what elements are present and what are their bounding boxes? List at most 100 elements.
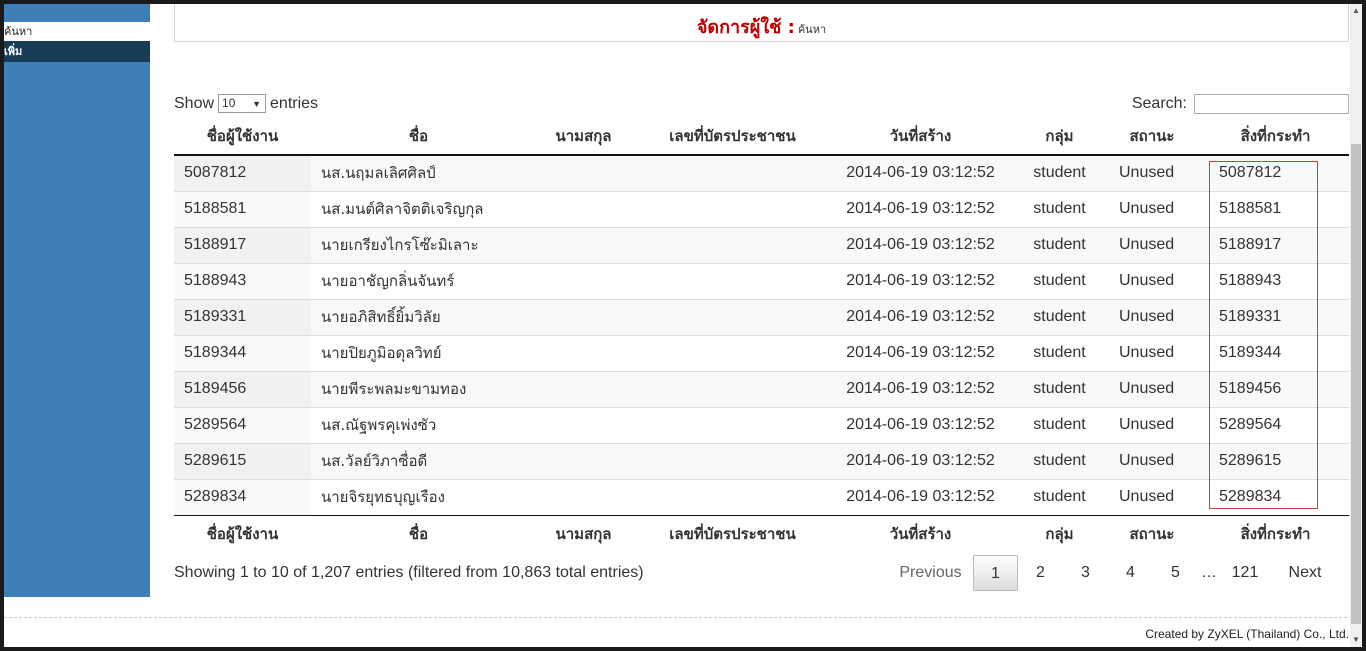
footer-col-group[interactable]: กลุ่ม (1017, 514, 1102, 553)
page-length-control: Show 10 ▼ entries (174, 94, 318, 113)
entries-select-value: 10 (222, 96, 236, 110)
cell-name: นส.นฤมลเลิศศิลป์ (311, 155, 526, 191)
cell-action[interactable]: 5189344 (1202, 334, 1349, 371)
table-row[interactable]: 5188917 นายเกรียงไกรโซ๊ะมิเลาะ 2014-06-19 … (174, 226, 1349, 263)
header-col-group[interactable]: กลุ่ม (1017, 118, 1102, 156)
cell-group: student (1017, 262, 1102, 299)
cell-idcard (641, 190, 824, 227)
cell-created: 2014-06-19 03:12:52 (824, 334, 1017, 371)
scroll-up-icon[interactable]: ▲ (1350, 4, 1362, 18)
cell-username: 5188581 (174, 190, 311, 227)
search-label: Search: (1131, 95, 1187, 112)
table-row[interactable]: 5188581 นส.มนต์ศิลาจิตติเจริญกุล 2014-06-1… (174, 190, 1349, 227)
table-row[interactable]: 5289615 นส.วัลย์วิภาซื่อดี 2014-06-19 03:1… (174, 442, 1349, 479)
cell-idcard (641, 226, 824, 263)
cell-group: student (1017, 226, 1102, 263)
footer-col-lastname[interactable]: นามสกุล (526, 514, 641, 553)
pagination-page-2[interactable]: 2 (1018, 555, 1063, 591)
cell-action[interactable]: 5289615 (1202, 442, 1349, 479)
table-row[interactable]: 5189344 นายปิยภูมิอดุลวิทย์ 2014-06-19 03:… (174, 334, 1349, 371)
cell-group: student (1017, 155, 1102, 191)
search-input[interactable] (1194, 94, 1349, 114)
header-col-created[interactable]: วันที่สร้าง (824, 118, 1017, 156)
scroll-down-icon[interactable]: ▼ (1350, 633, 1362, 647)
cell-name: นส.วัลย์วิภาซื่อดี (311, 442, 526, 479)
footer-col-status[interactable]: สถานะ (1102, 514, 1202, 553)
sidebar-item-search[interactable]: ค้นหา (4, 22, 150, 41)
table-row[interactable]: 5189331 นายอภิสิทธิ์ยิ้มวิลัย 2014-06-19 0… (174, 298, 1349, 335)
footer-credit: Created by ZyXEL (Thailand) Co., Ltd. (1145, 627, 1349, 641)
cell-username: 5188917 (174, 226, 311, 263)
cell-username: 5188943 (174, 262, 311, 299)
page-header: จัดการผู้ใช้ : ค้นหา (174, 4, 1349, 42)
footer-col-username[interactable]: ชื่อผู้ใช้งาน (174, 514, 311, 553)
cell-name: นส.ณัฐพรคุเพ่งซัว (311, 406, 526, 443)
cell-created: 2014-06-19 03:12:52 (824, 478, 1017, 515)
table-row[interactable]: 5188943 นายอาชัญกลิ่นจันทร์ 2014-06-19 03:… (174, 262, 1349, 299)
scrollbar-thumb[interactable] (1351, 144, 1361, 624)
header-col-idcard[interactable]: เลขที่บัตรประชาชน (641, 118, 824, 156)
table-footer: ชื่อผู้ใช้งาน ชื่อ นามสกุล เลขที่บัตรประชาช… (174, 514, 1349, 553)
cell-status: Unused (1102, 478, 1202, 515)
pagination-page-last[interactable]: 121 (1220, 555, 1270, 591)
pagination-page-5[interactable]: 5 (1153, 555, 1198, 591)
pagination-next[interactable]: Next (1270, 555, 1340, 591)
header-col-username[interactable]: ชื่อผู้ใช้งาน (174, 118, 311, 156)
table-row[interactable]: 5087812 นส.นฤมลเลิศศิลป์ 2014-06-19 03:12:… (174, 155, 1349, 191)
cell-username: 5189456 (174, 370, 311, 407)
cell-group: student (1017, 334, 1102, 371)
cell-status: Unused (1102, 190, 1202, 227)
cell-created: 2014-06-19 03:12:52 (824, 370, 1017, 407)
cell-idcard (641, 406, 824, 443)
cell-idcard (641, 155, 824, 191)
cell-lastname (526, 262, 641, 299)
footer-col-idcard[interactable]: เลขที่บัตรประชาชน (641, 514, 824, 553)
pagination-page-4[interactable]: 4 (1108, 555, 1153, 591)
footer-col-created[interactable]: วันที่สร้าง (824, 514, 1017, 553)
header-col-name[interactable]: ชื่อ (311, 118, 526, 156)
cell-username: 5289564 (174, 406, 311, 443)
cell-status: Unused (1102, 262, 1202, 299)
footer-col-action[interactable]: สิ่งที่กระทำ (1202, 514, 1349, 553)
cell-action[interactable]: 5087812 (1202, 155, 1349, 191)
cell-created: 2014-06-19 03:12:52 (824, 190, 1017, 227)
header-col-lastname[interactable]: นามสกุล (526, 118, 641, 156)
cell-action[interactable]: 5189331 (1202, 298, 1349, 335)
table-header: ชื่อผู้ใช้งาน ชื่อ นามสกุล เลขที่บัตรประชาช… (174, 118, 1349, 156)
cell-name: นายจิรยุทธบุญเรือง (311, 478, 526, 515)
cell-status: Unused (1102, 406, 1202, 443)
cell-idcard (641, 298, 824, 335)
footer-col-name[interactable]: ชื่อ (311, 514, 526, 553)
pagination-previous[interactable]: Previous (888, 555, 973, 591)
cell-group: student (1017, 370, 1102, 407)
cell-created: 2014-06-19 03:12:52 (824, 298, 1017, 335)
cell-action[interactable]: 5188581 (1202, 190, 1349, 227)
search-control: Search: (1132, 94, 1349, 114)
cell-group: student (1017, 298, 1102, 335)
table-row[interactable]: 5289834 นายจิรยุทธบุญเรือง 2014-06-19 03:1… (174, 478, 1349, 515)
header-col-action[interactable]: สิ่งที่กระทำ (1202, 118, 1349, 156)
cell-name: นายอภิสิทธิ์ยิ้มวิลัย (311, 298, 526, 335)
table-row[interactable]: 5189456 นายพีระพลมะขามทอง 2014-06-19 03:12… (174, 370, 1349, 407)
cell-action[interactable]: 5289564 (1202, 406, 1349, 443)
show-label: Show (174, 94, 215, 112)
sidebar-item-add[interactable]: เพิ่ม (4, 41, 150, 62)
footer-divider (4, 617, 1362, 618)
pagination-ellipsis: … (1201, 564, 1217, 581)
browser-window: ค้นหา เพิ่ม จัดการผู้ใช้ : ค้นหา Show 10 … (4, 4, 1362, 647)
entries-select[interactable]: 10 ▼ (218, 94, 267, 113)
cell-action[interactable]: 5189456 (1202, 370, 1349, 407)
cell-action[interactable]: 5188917 (1202, 226, 1349, 263)
cell-action[interactable]: 5188943 (1202, 262, 1349, 299)
cell-username: 5289615 (174, 442, 311, 479)
cell-status: Unused (1102, 226, 1202, 263)
chevron-down-icon: ▼ (252, 99, 262, 109)
cell-action[interactable]: 5289834 (1202, 478, 1349, 515)
page-subtitle: ค้นหา (797, 23, 827, 36)
cell-lastname (526, 298, 641, 335)
header-col-status[interactable]: สถานะ (1102, 118, 1202, 156)
pagination-page-3[interactable]: 3 (1063, 555, 1108, 591)
pagination-page-1[interactable]: 1 (973, 555, 1018, 591)
cell-idcard (641, 334, 824, 371)
table-row[interactable]: 5289564 นส.ณัฐพรคุเพ่งซัว 2014-06-19 03:12… (174, 406, 1349, 443)
